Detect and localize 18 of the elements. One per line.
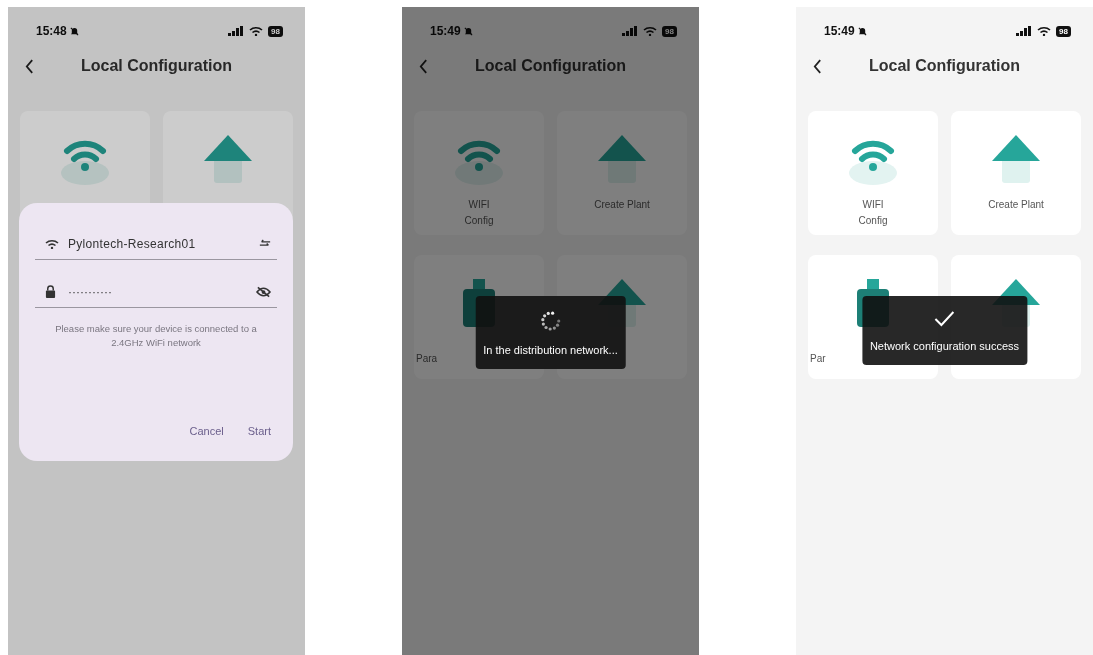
- card-label: Create Plant: [988, 198, 1044, 212]
- card-label: Para: [416, 352, 438, 366]
- battery-level: 98: [662, 25, 677, 37]
- card-label: WIFI Config: [858, 198, 888, 228]
- card-label: Create Plant: [594, 198, 650, 212]
- status-time: 15:48: [36, 23, 67, 40]
- status-time: 15:49: [824, 23, 855, 40]
- hint-text: Please make sure your device is connected to a 2.4GHz WiFi network: [54, 322, 258, 350]
- toast-text: Network configuration success: [869, 339, 1020, 354]
- card-label: Par: [810, 352, 826, 366]
- toast-text: In the distribution network...: [483, 343, 618, 358]
- page-title: Local Configuration: [474, 56, 627, 76]
- page-title: Local Configuration: [868, 56, 1021, 76]
- status-time: 15:49: [430, 23, 461, 40]
- page-title: Local Configuration: [80, 56, 233, 76]
- card-label: WIFI Config: [464, 198, 494, 228]
- battery-level: 98: [268, 25, 283, 37]
- battery-level: 98: [1056, 25, 1071, 37]
